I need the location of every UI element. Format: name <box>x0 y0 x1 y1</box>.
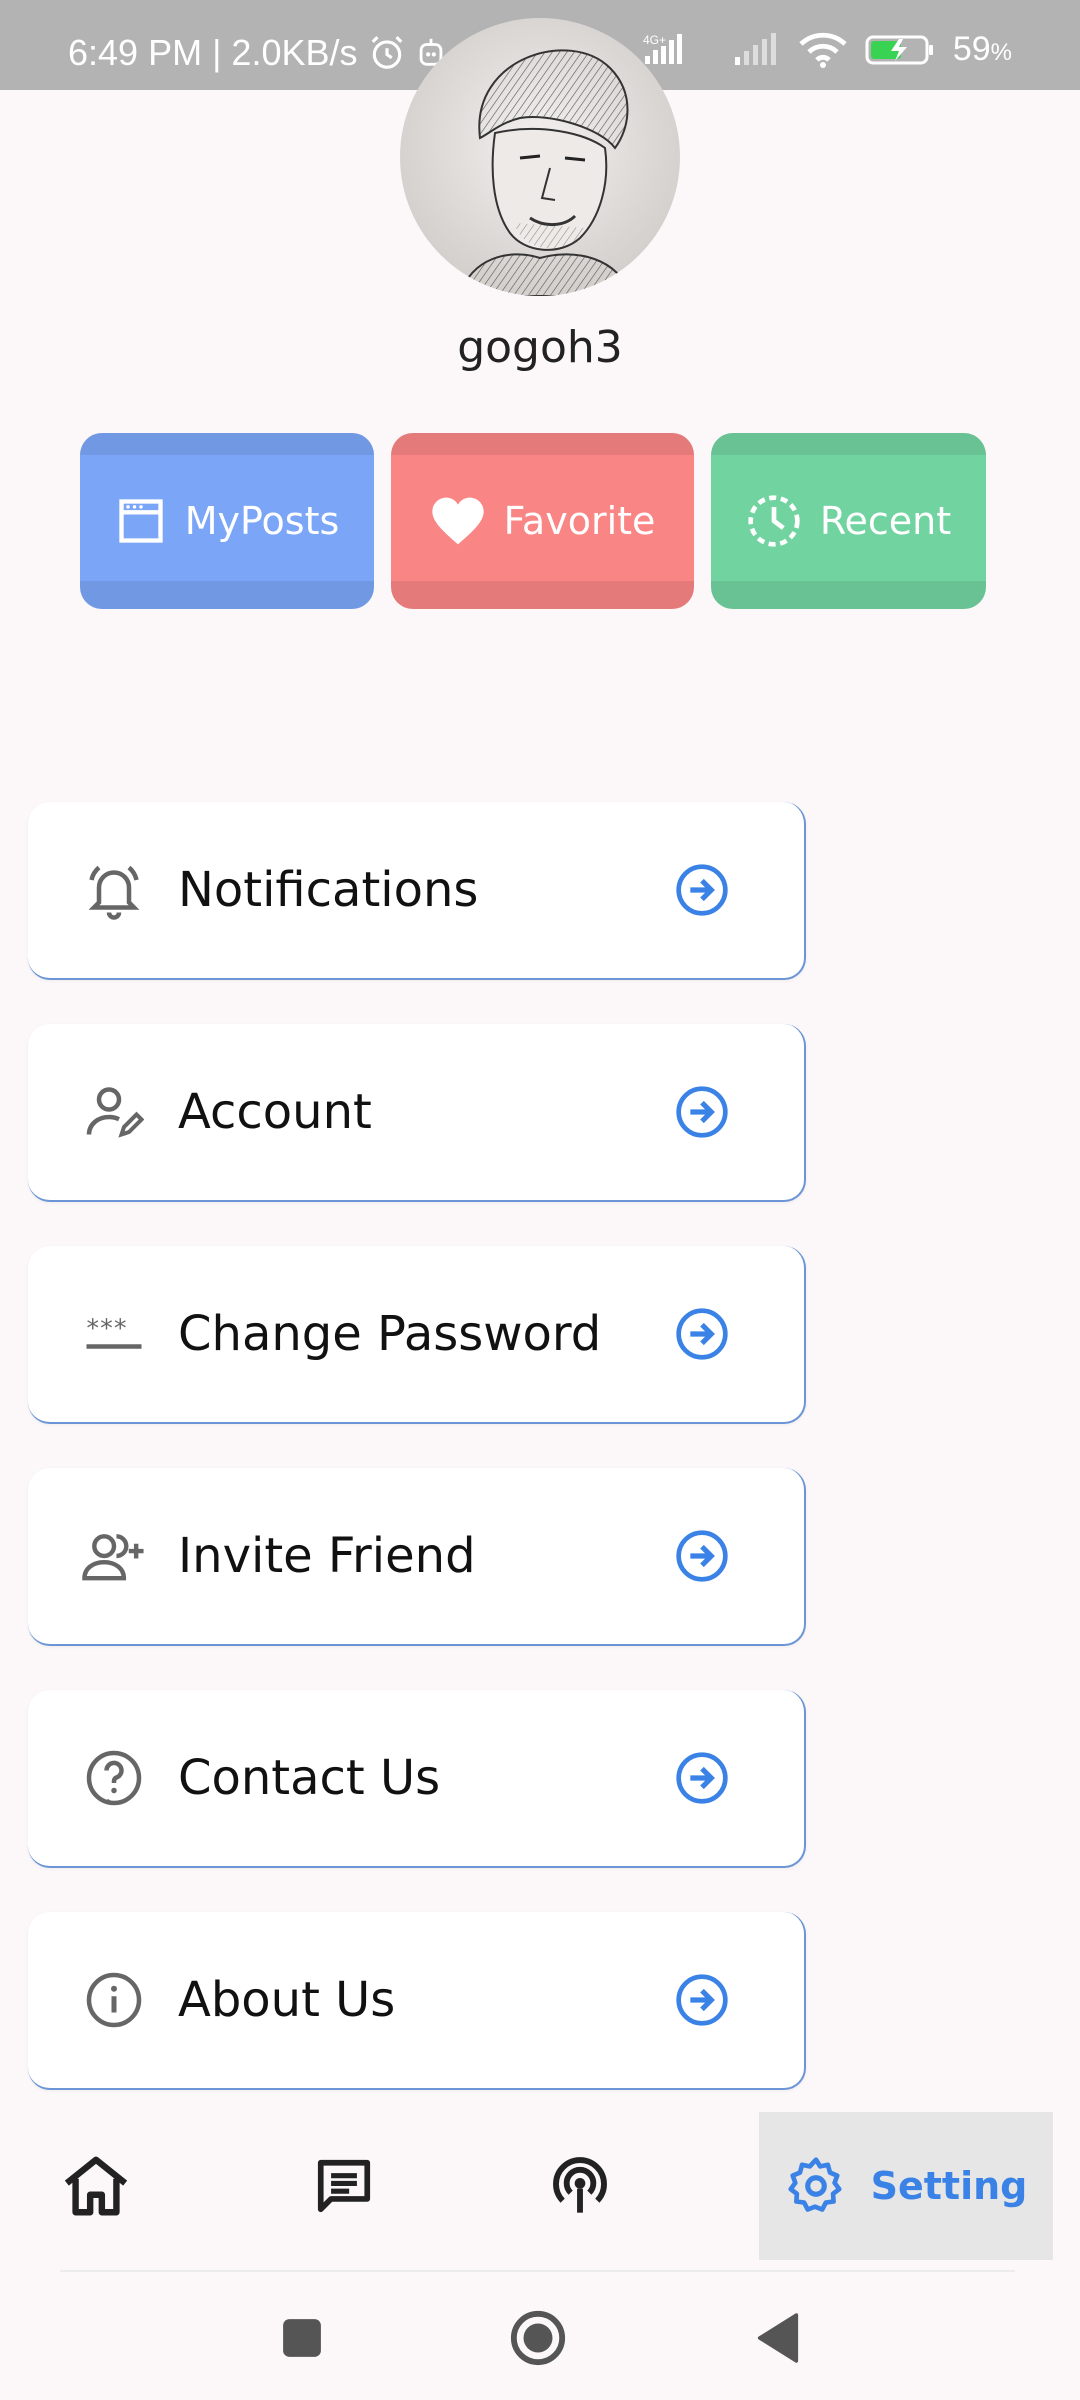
recents-button[interactable] <box>272 2308 332 2368</box>
password-icon: *** <box>82 1302 146 1366</box>
recent-button[interactable]: Recent <box>711 433 986 609</box>
favorite-button[interactable]: Favorite <box>391 433 694 609</box>
svg-text:***: *** <box>87 1314 128 1343</box>
back-button[interactable] <box>748 2308 808 2368</box>
window-icon <box>119 499 163 543</box>
nav-broadcast[interactable] <box>530 2112 630 2260</box>
settings-item-label: Invite Friend <box>178 1528 476 1584</box>
avatar[interactable] <box>400 18 680 296</box>
arrow-circle-icon[interactable] <box>674 1306 730 1362</box>
favorite-label: Favorite <box>503 499 656 543</box>
settings-item-about-us[interactable]: About Us <box>28 1912 806 2090</box>
status-time: 6:49 PM | 2.0KB/s <box>68 32 358 73</box>
recent-label: Recent <box>819 499 952 543</box>
settings-item-label: Notifications <box>178 862 479 918</box>
wifi-icon <box>799 32 847 68</box>
bell-icon <box>82 858 146 922</box>
battery-icon <box>865 33 935 67</box>
settings-item-notifications[interactable]: Notifications <box>28 802 806 980</box>
add-friend-icon <box>82 1524 146 1588</box>
broadcast-icon <box>553 2157 607 2213</box>
clock-icon <box>748 495 800 547</box>
settings-item-label: Change Password <box>178 1306 602 1362</box>
user-edit-icon <box>82 1080 146 1144</box>
settings-item-contact-us[interactable]: Contact Us <box>28 1690 806 1868</box>
heart-icon <box>431 497 484 545</box>
arrow-circle-icon[interactable] <box>674 1084 730 1140</box>
gear-icon <box>787 2157 842 2212</box>
bottom-nav: Setting <box>0 2112 1080 2270</box>
square-icon <box>283 2319 321 2357</box>
nav-setting-label: Setting <box>870 2164 1028 2208</box>
settings-item-account[interactable]: Account <box>28 1024 806 1202</box>
alarm-icon <box>368 34 406 72</box>
nav-setting[interactable]: Setting <box>759 2112 1053 2260</box>
settings-item-label: Account <box>178 1084 372 1140</box>
arrow-circle-icon[interactable] <box>674 862 730 918</box>
chat-icon <box>317 2159 371 2213</box>
status-right: 4G+ 59% <box>643 30 1012 69</box>
settings-item-invite-friend[interactable]: Invite Friend <box>28 1468 806 1646</box>
nav-home[interactable] <box>46 2112 146 2260</box>
arrow-circle-icon[interactable] <box>674 1528 730 1584</box>
svg-text:4G+: 4G+ <box>643 33 666 47</box>
signal-icon: 4G+ <box>643 32 715 68</box>
info-icon <box>82 1968 146 2032</box>
settings-item-label: About Us <box>178 1972 396 2028</box>
settings-item-change-password[interactable]: *** Change Password <box>28 1246 806 1424</box>
circle-icon <box>510 2310 566 2366</box>
system-nav-bar <box>0 2272 1080 2400</box>
arrow-circle-icon[interactable] <box>674 1750 730 1806</box>
back-triangle-icon <box>757 2313 799 2363</box>
home-system-button[interactable] <box>508 2308 568 2368</box>
username: gogoh3 <box>457 322 623 373</box>
help-icon <box>82 1746 146 1810</box>
nav-chat[interactable] <box>294 2112 394 2260</box>
battery-percent: 59% <box>953 30 1012 69</box>
battery-unit: % <box>990 39 1012 66</box>
myposts-button[interactable]: MyPosts <box>80 433 374 609</box>
signal-weak-icon <box>733 32 781 67</box>
battery-value: 59 <box>952 30 991 68</box>
arrow-circle-icon[interactable] <box>674 1972 730 2028</box>
home-icon <box>64 2156 128 2216</box>
myposts-label: MyPosts <box>184 499 340 543</box>
status-left: 6:49 PM | 2.0KB/s <box>68 32 446 74</box>
settings-item-label: Contact Us <box>178 1750 441 1806</box>
